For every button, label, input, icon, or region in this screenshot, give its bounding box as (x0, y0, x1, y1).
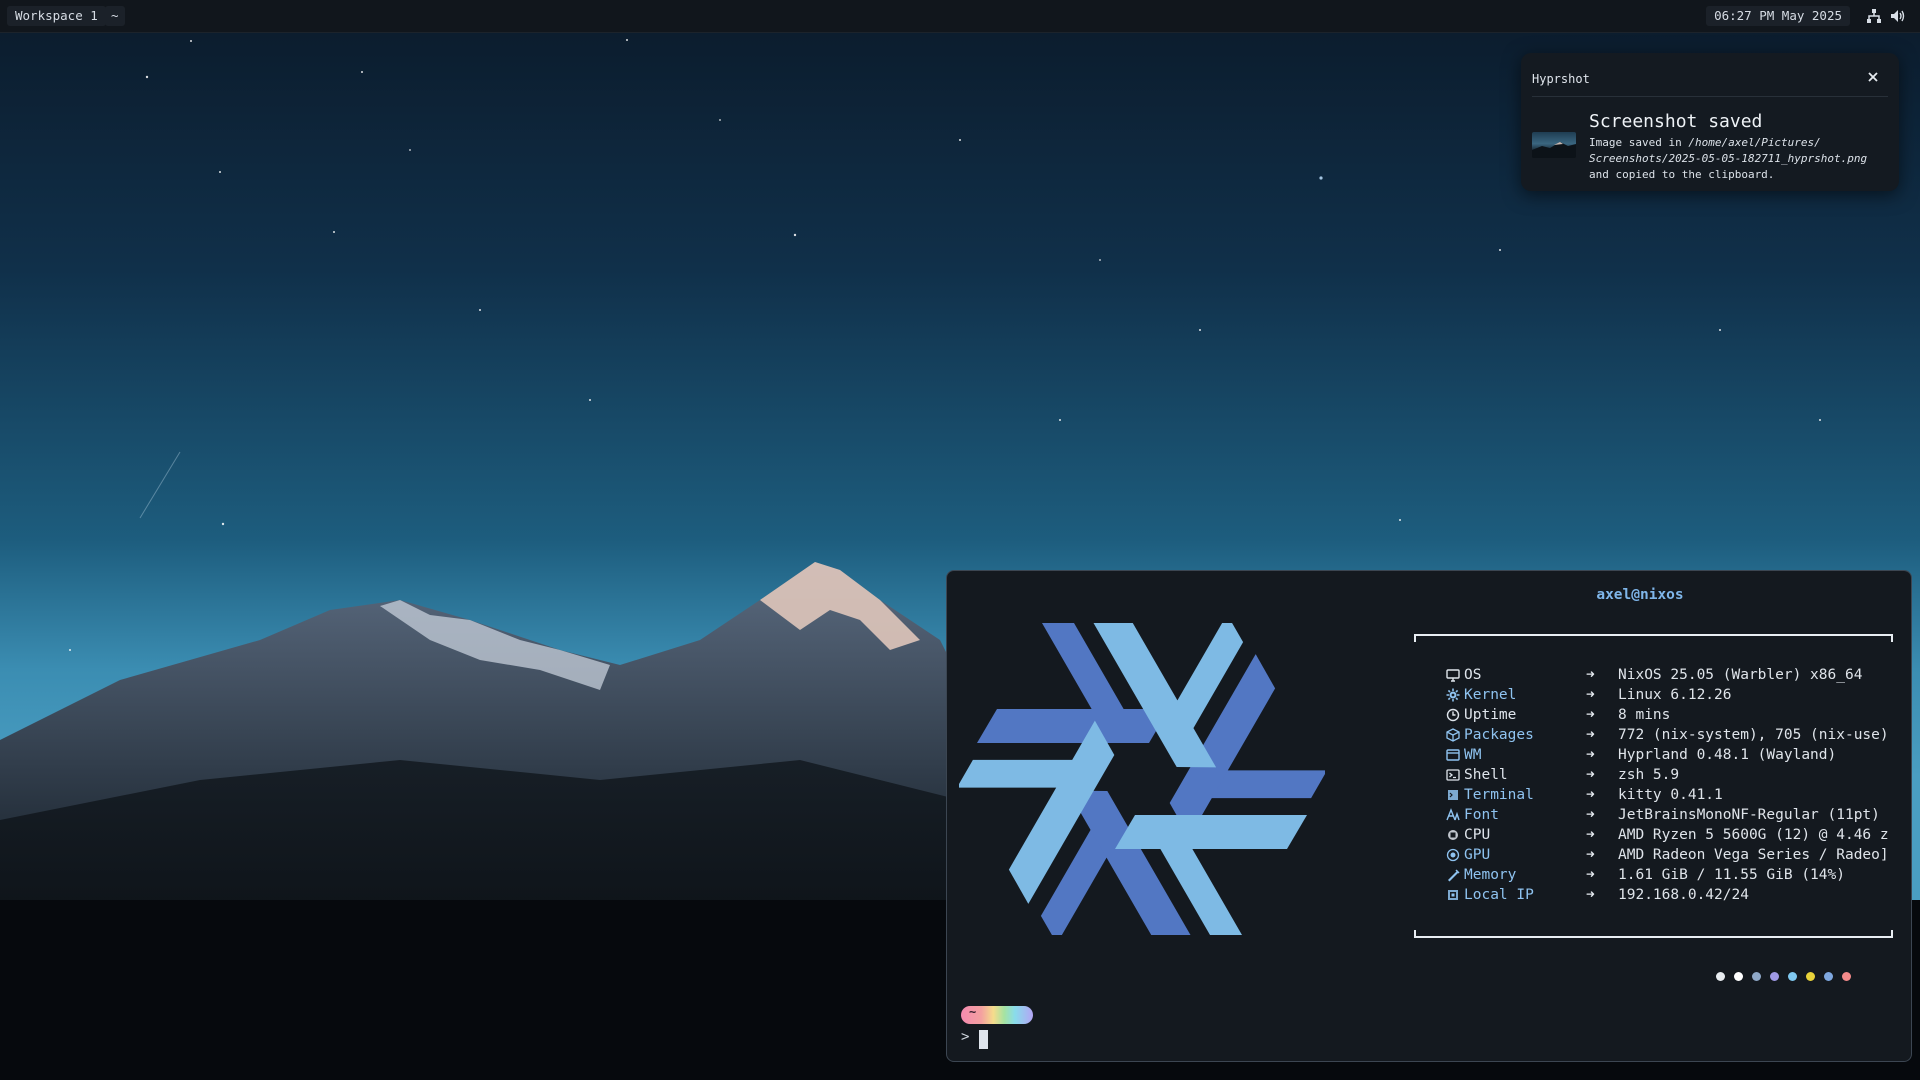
arrow-icon: ➜ (1586, 867, 1595, 883)
system-info-list: OS ➜ NixOS 25.05 (Warbler) x86_64 Kernel ➜ Li… (1446, 665, 1916, 905)
user-host-label: axel@nixos (1596, 587, 1684, 603)
info-row-terminal: Terminal ➜ kitty 0.41.1 (1446, 785, 1916, 805)
info-value: 8 mins (1618, 707, 1671, 723)
clock-icon (1446, 708, 1460, 722)
arrow-icon: ➜ (1586, 727, 1595, 743)
color-palette (1716, 969, 1860, 981)
info-value: AMD Radeon Vega Series / Radeo] (1618, 847, 1889, 863)
info-value: 1.61 GiB / 11.55 GiB (14%) (1618, 867, 1845, 883)
info-value: kitty 0.41.1 (1618, 787, 1723, 803)
info-key: Kernel (1464, 687, 1517, 703)
info-value: Linux 6.12.26 (1618, 687, 1732, 703)
info-key: Shell (1464, 767, 1508, 783)
info-value: zsh 5.9 (1618, 767, 1680, 783)
cpu-icon (1448, 830, 1458, 840)
info-row-font: Font ➜ JetBrainsMonoNF-Regular (11pt) (1446, 805, 1916, 825)
info-value: Hyprland 0.48.1 (Wayland) (1618, 747, 1837, 763)
terminal-icon (1448, 790, 1458, 800)
info-key: Memory (1464, 867, 1517, 883)
info-row-local-ip: Local IP ➜ 192.168.0.42/24 (1446, 885, 1916, 905)
info-row-packages: Packages ➜ 772 (nix-system), 705 (nix-use) (1446, 725, 1916, 745)
info-key: CPU (1464, 827, 1491, 843)
prompt-directory: ~ (969, 1005, 977, 1019)
arrow-icon: ➜ (1586, 887, 1595, 903)
nixos-snowflake-logo (959, 623, 1325, 935)
arrow-icon: ➜ (1586, 667, 1595, 683)
notification-app-name: Hyprshot (1532, 72, 1590, 86)
info-key: Uptime (1464, 707, 1517, 723)
info-row-uptime: Uptime ➜ 8 mins (1446, 705, 1916, 725)
info-key: Local IP (1464, 887, 1534, 903)
info-key: OS (1464, 667, 1482, 683)
arrow-icon: ➜ (1586, 847, 1595, 863)
gpu-icon (1446, 848, 1460, 862)
info-row-os: OS ➜ NixOS 25.05 (Warbler) x86_64 (1446, 665, 1916, 685)
info-row-wm: WM ➜ Hyprland 0.48.1 (Wayland) (1446, 745, 1916, 765)
info-row-memory: Memory ➜ 1.61 GiB / 11.55 GiB (14%) (1446, 865, 1916, 885)
info-key: Terminal (1464, 787, 1534, 803)
network-card-icon (1448, 890, 1458, 900)
info-value: NixOS 25.05 (Warbler) x86_64 (1618, 667, 1863, 683)
info-key: Packages (1464, 727, 1534, 743)
terminal-cursor[interactable] (979, 1030, 988, 1049)
arrow-icon: ➜ (1586, 767, 1595, 783)
screenshot-thumbnail (1532, 132, 1576, 158)
info-row-kernel: Kernel ➜ Linux 6.12.26 (1446, 685, 1916, 705)
notification-body: Image saved in /home/axel/Pictures/ Scre… (1589, 135, 1889, 183)
palette-dot (1770, 972, 1779, 981)
notification-title: Screenshot saved (1589, 111, 1763, 132)
arrow-icon: ➜ (1586, 747, 1595, 763)
shell-icon (1446, 769, 1460, 781)
top-bar: Workspace 1 ~ 06:27 PM May 2025 (0, 0, 1920, 33)
notification-divider (1532, 96, 1888, 97)
close-icon[interactable] (1865, 69, 1881, 85)
arrow-icon: ➜ (1586, 827, 1595, 843)
prompt-symbol: > (961, 1029, 970, 1045)
info-key: Font (1464, 807, 1499, 823)
palette-dot (1842, 972, 1851, 981)
palette-dot (1824, 972, 1833, 981)
info-value: JetBrainsMonoNF-Regular (11pt) (1618, 807, 1880, 823)
info-value: 772 (nix-system), 705 (nix-use) (1618, 727, 1889, 743)
info-row-gpu: GPU ➜ AMD Radeon Vega Series / Radeo] (1446, 845, 1916, 865)
info-value: 192.168.0.42/24 (1618, 887, 1749, 903)
notification-popup[interactable]: Hyprshot Screenshot saved Image saved in… (1521, 53, 1899, 191)
workspace-indicator[interactable]: Workspace 1 (7, 6, 106, 26)
window-icon (1446, 749, 1460, 761)
memory-icon (1448, 869, 1460, 882)
info-key: GPU (1464, 847, 1491, 863)
prompt-directory-pill: ~ (961, 1005, 1033, 1024)
gear-icon (1446, 688, 1460, 702)
info-row-cpu: CPU ➜ AMD Ryzen 5 5600G (12) @ 4.46 z (1446, 825, 1916, 845)
network-icon[interactable] (1866, 8, 1882, 24)
arrow-icon: ➜ (1586, 707, 1595, 723)
info-key: WM (1464, 747, 1482, 763)
arrow-icon: ➜ (1586, 687, 1595, 703)
notification-body-suffix: and copied to the clipboard. (1589, 168, 1775, 181)
palette-dot (1806, 972, 1815, 981)
clock[interactable]: 06:27 PM May 2025 (1706, 6, 1850, 26)
info-box-top-border (1414, 634, 1893, 642)
package-icon (1446, 728, 1460, 742)
terminal-window[interactable]: axel@nixos OS ➜ NixOS 25.05 (Warbler) x86_… (946, 570, 1912, 1062)
info-row-shell: Shell ➜ zsh 5.9 (1446, 765, 1916, 785)
arrow-icon: ➜ (1586, 787, 1595, 803)
font-icon (1446, 808, 1460, 821)
monitor-icon (1446, 669, 1460, 682)
notification-body-prefix: Image saved in (1589, 136, 1689, 149)
info-value: AMD Ryzen 5 5600G (12) @ 4.46 z (1618, 827, 1889, 843)
palette-dot (1788, 972, 1797, 981)
volume-icon[interactable] (1890, 8, 1906, 24)
arrow-icon: ➜ (1586, 807, 1595, 823)
palette-dot (1752, 972, 1761, 981)
palette-dot (1734, 972, 1743, 981)
palette-dot (1716, 972, 1725, 981)
info-box-bottom-border (1414, 930, 1893, 938)
window-title[interactable]: ~ (105, 6, 125, 26)
